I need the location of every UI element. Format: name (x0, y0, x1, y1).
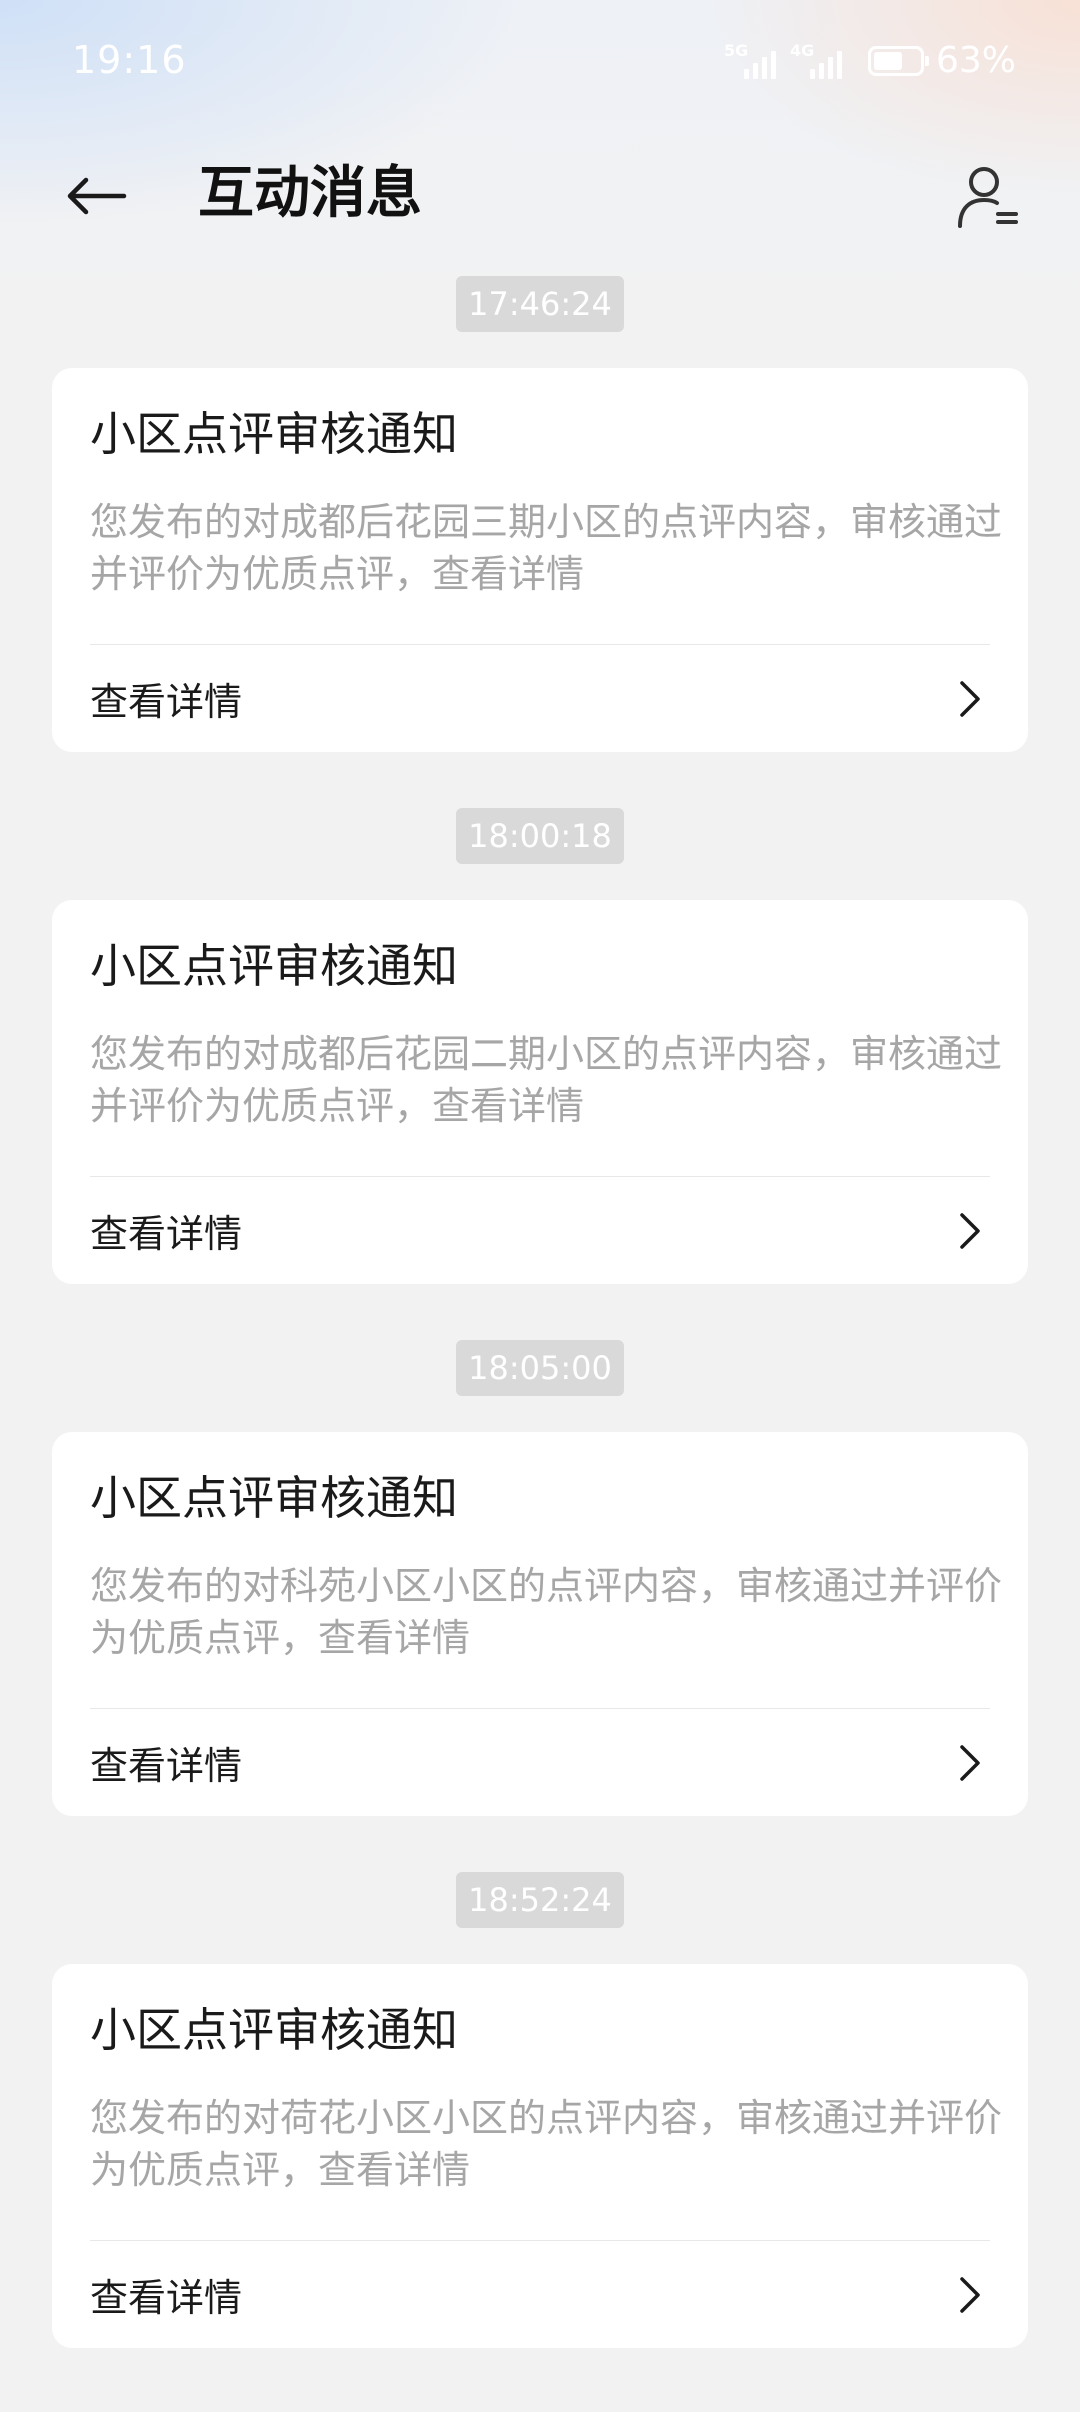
message-title: 小区点评审核通知 (90, 1471, 458, 1525)
battery-percent: 63% (935, 40, 1016, 81)
view-details-label: 查看详情 (90, 1744, 243, 1788)
message-group: 18:52:24 小区点评审核通知 您发布的对荷花小区小区的点评内容，审核通过并… (0, 1872, 1080, 2348)
chevron-right-icon (950, 1207, 990, 1255)
message-body: 您发布的对成都后花园三期小区的点评内容，审核通过并评价为优质点评，查看详情 (90, 500, 1003, 596)
battery-fill (873, 51, 902, 70)
status-indicators: 5G 4G 63% (724, 40, 1016, 81)
profile-button[interactable] (946, 154, 1030, 238)
message-timestamp: 17:46:24 (456, 276, 624, 332)
message-title: 小区点评审核通知 (90, 407, 458, 461)
message-card[interactable]: 小区点评审核通知 您发布的对成都后花园二期小区的点评内容，审核通过并评价为优质点… (52, 900, 1028, 1284)
message-timestamp: 18:52:24 (456, 1872, 624, 1928)
message-card[interactable]: 小区点评审核通知 您发布的对荷花小区小区的点评内容，审核通过并评价为优质点评，查… (52, 1964, 1028, 2348)
message-card[interactable]: 小区点评审核通知 您发布的对科苑小区小区的点评内容，审核通过并评价为优质点评，查… (52, 1432, 1028, 1816)
view-details-link[interactable]: 查看详情 (90, 2241, 990, 2348)
view-details-link[interactable]: 查看详情 (90, 1177, 990, 1284)
message-group: 18:05:00 小区点评审核通知 您发布的对科苑小区小区的点评内容，审核通过并… (0, 1340, 1080, 1816)
back-button[interactable] (56, 164, 136, 228)
message-group: 18:00:18 小区点评审核通知 您发布的对成都后花园二期小区的点评内容，审核… (0, 808, 1080, 1284)
status-bar: 19:16 5G 4G 63% (0, 0, 1080, 124)
chevron-right-icon (950, 675, 990, 723)
message-card[interactable]: 小区点评审核通知 您发布的对成都后花园三期小区的点评内容，审核通过并评价为优质点… (52, 368, 1028, 752)
message-timestamp: 18:00:18 (456, 808, 624, 864)
view-details-label: 查看详情 (90, 2276, 243, 2320)
page-title: 互动消息 (198, 161, 422, 226)
status-time: 19:16 (72, 38, 187, 82)
message-title: 小区点评审核通知 (90, 2003, 458, 2057)
message-body: 您发布的对荷花小区小区的点评内容，审核通过并评价为优质点评，查看详情 (90, 2096, 1003, 2192)
message-body: 您发布的对成都后花园二期小区的点评内容，审核通过并评价为优质点评，查看详情 (90, 1032, 1003, 1128)
message-timestamp: 18:05:00 (456, 1340, 624, 1396)
view-details-link[interactable]: 查看详情 (90, 1709, 990, 1816)
message-title: 小区点评审核通知 (90, 939, 458, 993)
view-details-label: 查看详情 (90, 1212, 243, 1256)
message-body: 您发布的对科苑小区小区的点评内容，审核通过并评价为优质点评，查看详情 (90, 1564, 1003, 1660)
message-group: 17:46:24 小区点评审核通知 您发布的对成都后花园三期小区的点评内容，审核… (0, 276, 1080, 752)
signal-5g-icon: 5G (724, 41, 782, 81)
chevron-right-icon (950, 1739, 990, 1787)
app-header: 互动消息 (0, 140, 1080, 250)
message-feed: 17:46:24 小区点评审核通知 您发布的对成都后花园三期小区的点评内容，审核… (0, 276, 1080, 2404)
user-settings-icon (958, 167, 1018, 228)
view-details-link[interactable]: 查看详情 (90, 645, 990, 752)
view-details-label: 查看详情 (90, 680, 243, 724)
arrow-left-icon (67, 177, 127, 215)
signal-4g-icon: 4G (790, 41, 848, 81)
chevron-right-icon (950, 2271, 990, 2319)
battery-icon (867, 45, 929, 76)
